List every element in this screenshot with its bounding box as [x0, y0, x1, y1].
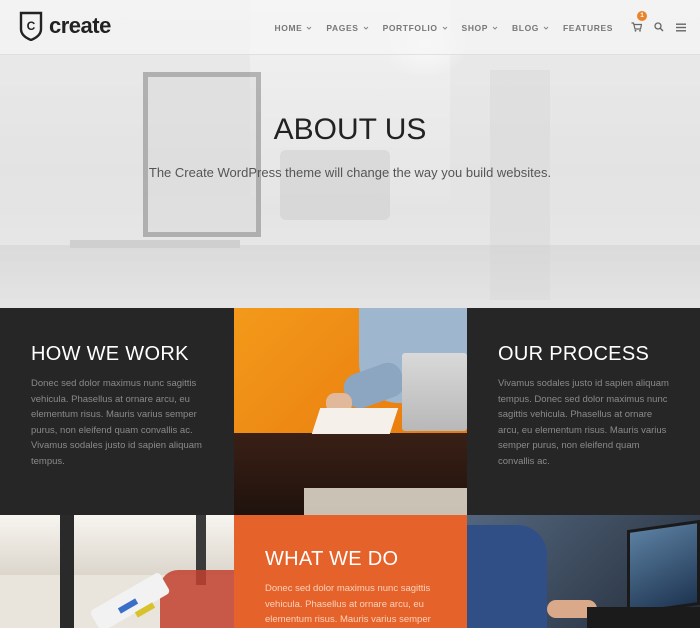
nav-blog[interactable]: BLOG — [512, 23, 549, 33]
nav-shop[interactable]: SHOP — [462, 23, 499, 33]
nav-shop-label: SHOP — [461, 23, 489, 33]
photo-laptop — [402, 353, 467, 431]
search-button[interactable] — [654, 19, 664, 37]
our-process-title: OUR PROCESS — [498, 343, 650, 365]
photo-pole — [60, 515, 74, 628]
how-we-work-title: HOW WE WORK — [31, 343, 189, 365]
chevron-down-icon — [492, 26, 498, 30]
nav-pages[interactable]: PAGES — [326, 23, 368, 33]
nav-features-label: FEATURES — [563, 23, 613, 33]
cart-button[interactable]: 1 — [631, 11, 647, 37]
svg-text:C: C — [27, 19, 36, 33]
cart-icon — [631, 22, 643, 32]
search-icon — [654, 22, 664, 32]
photo-desk-edge — [304, 488, 467, 515]
brand-name: create — [49, 13, 111, 38]
photo-laptop-base — [587, 607, 700, 628]
shield-logo-icon: C — [19, 11, 43, 41]
how-we-work-tile: HOW WE WORK Donec sed dolor maximus nunc… — [0, 308, 234, 515]
photo-markers — [89, 571, 171, 628]
work-desk-photo — [234, 308, 467, 515]
chevron-down-icon — [363, 26, 368, 30]
what-we-do-text: Donec sed dolor maximus nunc sagittis ve… — [265, 583, 431, 625]
nav-features[interactable]: FEATURES — [563, 23, 613, 33]
page-subtitle: The Create WordPress theme will change t… — [148, 165, 552, 180]
nav-pages-label: PAGES — [326, 23, 359, 33]
photo-laptop-screen — [627, 519, 700, 616]
nav-home-label: HOME — [274, 23, 303, 33]
site-header: C create HOME PAGES PORTFOLIO SHOP BLOG … — [0, 0, 700, 55]
what-we-do-tile: WHAT WE DO Donec sed dolor maximus nunc … — [234, 515, 467, 628]
cart-count-badge: 1 — [637, 11, 647, 21]
markers-photo — [0, 515, 234, 628]
site-logo[interactable]: C create — [18, 11, 111, 41]
chevron-down-icon — [543, 26, 549, 30]
chevron-down-icon — [307, 26, 312, 30]
nav-blog-label: BLOG — [512, 23, 540, 33]
nav-portfolio-label: PORTFOLIO — [382, 23, 438, 33]
our-process-tile: OUR PROCESS Vivamus sodales justo id sap… — [467, 308, 700, 515]
nav-home[interactable]: HOME — [275, 23, 313, 33]
laptop-photo — [467, 515, 700, 628]
how-we-work-text: Donec sed dolor maximus nunc sagittis ve… — [31, 378, 202, 467]
menu-icon — [676, 23, 686, 32]
photo-red-object — [160, 570, 234, 628]
what-we-do-title: WHAT WE DO — [265, 548, 399, 570]
our-process-text: Vivamus sodales justo id sapien aliquam … — [498, 378, 669, 467]
main-nav: HOME PAGES PORTFOLIO SHOP BLOG FEATURES — [261, 11, 686, 37]
menu-button[interactable] — [676, 19, 686, 37]
nav-portfolio[interactable]: PORTFOLIO — [383, 23, 448, 33]
page-title: ABOUT US — [273, 113, 427, 146]
chevron-down-icon — [442, 26, 447, 30]
photo-person — [467, 525, 547, 628]
photo-notebook — [311, 408, 399, 434]
